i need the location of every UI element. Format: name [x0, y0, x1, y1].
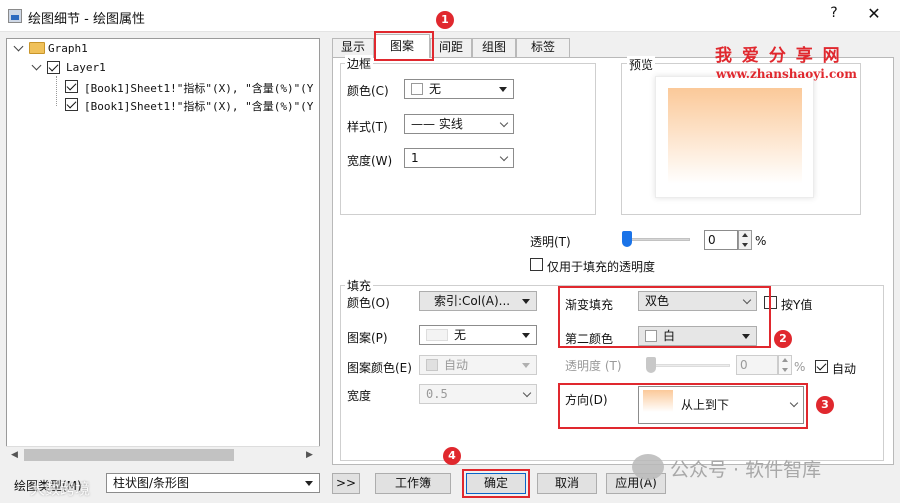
tree-item-graph[interactable]: Graph1 [48, 42, 88, 55]
border-style-label: 样式(T) [347, 120, 388, 134]
transparency-slider[interactable] [626, 238, 690, 241]
highlight-gradient [558, 286, 771, 348]
opacity-value: 0 [740, 358, 748, 372]
border-color-value: 无 [429, 82, 442, 96]
fill-color-dropdown[interactable]: 索引:Col(A)... [419, 291, 537, 311]
auto-label: 自动 [832, 362, 857, 376]
opacity-slider-thumb[interactable] [646, 357, 656, 373]
scroll-right-icon[interactable]: ▶ [306, 450, 313, 460]
border-color-label: 颜色(C) [347, 84, 389, 98]
transparency-spinner[interactable] [738, 230, 752, 250]
highlight-tab-pattern [374, 31, 434, 61]
plot-checkbox-1[interactable] [65, 80, 78, 93]
transparency-unit: % [755, 234, 767, 248]
transparency-input[interactable]: 0 [704, 230, 738, 250]
border-width-combo[interactable]: 1 [404, 148, 514, 168]
highlight-ok [462, 469, 530, 498]
dropdown-arrow-icon [522, 299, 530, 304]
tab-spacing[interactable]: 间距 [430, 38, 472, 57]
tab-labels[interactable]: 标签 [516, 38, 570, 57]
border-color-dropdown[interactable]: 无 [404, 79, 514, 99]
chevron-down-icon [522, 388, 532, 398]
pattern-color-label: 图案颜色(E) [347, 361, 412, 375]
by-y-label: 按Y值 [781, 298, 813, 312]
plot-type-value: 柱状图/条形图 [113, 476, 190, 490]
opacity-slider[interactable] [650, 364, 730, 367]
watermark-corner: 大数跨境 [30, 480, 91, 498]
dropdown-arrow-icon [522, 363, 530, 368]
step-badge-2: 2 [774, 330, 792, 348]
fill-pattern-dropdown[interactable]: 无 [419, 325, 537, 345]
step-badge-4: 4 [443, 447, 461, 465]
cancel-button[interactable]: 取消 [537, 473, 597, 494]
dropdown-arrow-icon [305, 481, 313, 486]
preview-bar [668, 88, 802, 184]
highlight-direction [558, 383, 808, 429]
pattern-color-value: 自动 [444, 358, 469, 372]
transparency-label: 透明(T) [530, 235, 571, 249]
tree-item-layer[interactable]: Layer1 [66, 61, 106, 74]
window-title: 绘图细节 - 绘图属性 [28, 12, 145, 27]
opacity-spinner[interactable] [778, 355, 792, 375]
watermark-site: 我 爱 分 享 网 [715, 46, 842, 66]
color-swatch [411, 83, 423, 95]
border-group-label: 边框 [345, 55, 374, 72]
expand-button[interactable]: >> [332, 473, 360, 494]
border-style-value: —— 实线 [411, 117, 463, 131]
dropdown-arrow-icon [522, 333, 530, 338]
close-button[interactable]: ✕ [862, 4, 886, 23]
pattern-swatch [426, 329, 448, 341]
scrollbar-thumb[interactable] [24, 449, 234, 461]
fill-only-checkbox[interactable] [530, 258, 543, 271]
fill-width-label: 宽度 [347, 389, 372, 403]
fill-color-value: 索引:Col(A)... [434, 294, 511, 308]
fill-pattern-label: 图案(P) [347, 331, 388, 345]
step-badge-1: 1 [436, 11, 454, 29]
border-style-dropdown[interactable]: —— 实线 [404, 114, 514, 134]
layer-checkbox[interactable] [47, 61, 60, 74]
scroll-left-icon[interactable]: ◀ [11, 450, 18, 460]
app-icon [8, 9, 22, 23]
tree-item-plot-1[interactable]: [Book1]Sheet1!"指标"(X), "含量(%)"(Y [84, 80, 313, 96]
fill-color-label: 颜色(O) [347, 296, 390, 310]
plot-type-dropdown[interactable]: 柱状图/条形图 [106, 473, 320, 493]
dropdown-arrow-icon [499, 87, 507, 92]
tree-item-plot-2[interactable]: [Book1]Sheet1!"指标"(X), "含量(%)"(Y [84, 98, 313, 114]
border-width-value: 1 [411, 151, 419, 165]
fill-group-label: 填充 [345, 277, 374, 294]
preview-label: 预览 [627, 56, 656, 73]
transparency-slider-thumb[interactable] [622, 231, 632, 247]
fill-width-value: 0.5 [426, 387, 448, 401]
fill-pattern-value: 无 [454, 328, 467, 342]
step-badge-3: 3 [816, 396, 834, 414]
auto-checkbox[interactable] [815, 360, 828, 373]
opacity-label: 透明度 (T) [565, 359, 622, 373]
fill-width-combo[interactable]: 0.5 [419, 384, 537, 404]
wechat-icon [632, 454, 664, 480]
border-width-label: 宽度(W) [347, 154, 393, 168]
watermark-wechat: 公众号 · 软件智库 [670, 459, 822, 481]
watermark-url: www.zhanshaoyi.com [716, 67, 857, 81]
tree-line [56, 76, 57, 106]
transparency-value: 0 [708, 233, 716, 247]
opacity-unit: % [794, 360, 806, 374]
fill-only-label: 仅用于填充的透明度 [547, 260, 656, 274]
help-button[interactable]: ? [824, 5, 844, 21]
chevron-down-icon [499, 118, 509, 128]
plot-checkbox-2[interactable] [65, 98, 78, 111]
tab-group[interactable]: 组图 [472, 38, 516, 57]
workbook-button[interactable]: 工作簿 [375, 473, 451, 494]
pattern-color-swatch [426, 359, 438, 371]
folder-icon [29, 42, 45, 54]
chevron-down-icon [499, 152, 509, 162]
opacity-input[interactable]: 0 [736, 355, 778, 375]
pattern-color-dropdown[interactable]: 自动 [419, 355, 537, 375]
